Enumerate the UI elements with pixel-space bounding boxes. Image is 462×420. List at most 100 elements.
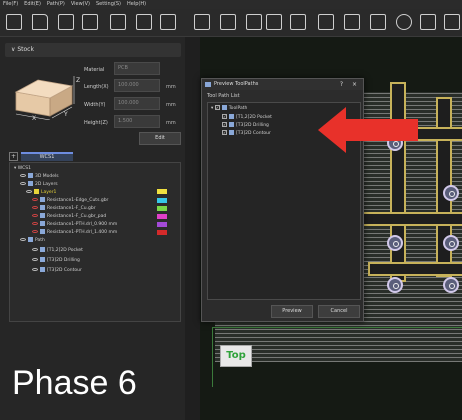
open-folder-icon[interactable] bbox=[32, 14, 48, 30]
visibility-eye-icon[interactable] bbox=[20, 174, 26, 177]
tree-path-label: Path bbox=[35, 238, 45, 243]
tree-layer-item[interactable]: Resistance1-Edge_Cuts.gbr bbox=[32, 197, 108, 204]
checkbox[interactable]: ✓ bbox=[222, 130, 227, 135]
menu-help[interactable]: Help(H) bbox=[127, 0, 146, 9]
visibility-eye-icon[interactable] bbox=[32, 222, 38, 225]
layer-item-label: Resistance1-Edge_Cuts.gbr bbox=[47, 198, 109, 203]
layer-color-swatch[interactable] bbox=[157, 214, 167, 219]
export-icon[interactable] bbox=[136, 14, 152, 30]
dialog-title-bar: Preview ToolPaths ? × bbox=[202, 79, 363, 90]
stock-section-header[interactable]: ∨ Stock bbox=[5, 43, 181, 57]
tree-layer-item[interactable]: Resistance1-F_Cu.gbr_pad bbox=[32, 213, 106, 220]
app-icon bbox=[205, 82, 211, 87]
length-field[interactable]: 100.000 bbox=[114, 79, 160, 92]
cancel-button[interactable]: Cancel bbox=[318, 305, 360, 318]
checkbox[interactable]: ✓ bbox=[222, 122, 227, 127]
visibility-eye-icon[interactable] bbox=[32, 248, 38, 251]
tree-item-layer1[interactable]: Layer1 bbox=[26, 189, 56, 196]
layer-color-swatch[interactable] bbox=[157, 189, 167, 194]
width-field[interactable]: 100.000 bbox=[114, 97, 160, 110]
toolpath-root-item[interactable]: ▾ ✓ ToolPath bbox=[211, 105, 247, 112]
zoom-icon[interactable] bbox=[420, 14, 436, 30]
tree-path-item[interactable]: [T3]2D Contour bbox=[32, 267, 82, 274]
path-item-label: [T1,2]2D Pocket bbox=[47, 248, 83, 253]
toolpath-item[interactable]: ✓ [T1,2]2D Pocket bbox=[222, 114, 272, 121]
fit-icon[interactable] bbox=[444, 14, 460, 30]
layer-color-swatch[interactable] bbox=[157, 206, 167, 211]
menu-path[interactable]: Path(P) bbox=[47, 0, 65, 9]
menu-setting[interactable]: Setting(S) bbox=[96, 0, 121, 9]
report-icon[interactable] bbox=[370, 14, 386, 30]
path-folder-icon bbox=[28, 237, 33, 242]
menu-view[interactable]: View(V) bbox=[71, 0, 90, 9]
pcb-pad bbox=[443, 185, 459, 201]
visibility-eye-icon[interactable] bbox=[32, 206, 38, 209]
toolpath-item[interactable]: ✓ [T3]2D Contour bbox=[222, 130, 271, 137]
axis-z-label: Z bbox=[76, 77, 80, 84]
project-tree: ▾ WCS1 3D Models 2D Layers Layer1 Resist… bbox=[9, 162, 181, 322]
layer-color-swatch[interactable] bbox=[157, 198, 167, 203]
checkbox[interactable]: ✓ bbox=[222, 114, 227, 119]
layer-color-swatch[interactable] bbox=[157, 230, 167, 235]
visibility-eye-icon[interactable] bbox=[32, 198, 38, 201]
menu-file[interactable]: File(F) bbox=[3, 0, 18, 9]
tree-item-2d-layers[interactable]: 2D Layers bbox=[20, 181, 58, 188]
top-view-label[interactable]: Top bbox=[220, 345, 252, 367]
visibility-eye-icon[interactable] bbox=[32, 214, 38, 217]
visibility-eye-icon[interactable] bbox=[20, 182, 26, 185]
layer-color-swatch[interactable] bbox=[157, 222, 167, 227]
tree-layer-item[interactable]: Resistance1-PTH.drl_0.900 mm bbox=[32, 221, 117, 228]
postprocess-icon[interactable] bbox=[344, 14, 360, 30]
pcb-trace bbox=[368, 262, 462, 276]
preview-button[interactable]: Preview bbox=[271, 305, 313, 318]
annotation-arrow-icon bbox=[318, 107, 418, 153]
help-icon[interactable]: ? bbox=[340, 79, 343, 90]
tree-layer-item[interactable]: Resistance1-PTH.drl_1.400 mm bbox=[32, 229, 117, 236]
visibility-eye-icon[interactable] bbox=[32, 258, 38, 261]
layer-item-label: Resistance1-PTH.drl_1.400 mm bbox=[47, 230, 118, 235]
new-file-icon[interactable] bbox=[6, 14, 22, 30]
menu-edit[interactable]: Edit(E) bbox=[24, 0, 41, 9]
simulate-icon[interactable] bbox=[318, 14, 334, 30]
folder-icon bbox=[28, 173, 33, 178]
tree-path-item[interactable]: [T3]2D Drilling bbox=[32, 257, 80, 264]
layer-item-label: Resistance1-F_Cu.gbr bbox=[47, 206, 96, 211]
pcb-trace bbox=[350, 212, 462, 226]
copy-icon[interactable] bbox=[246, 14, 262, 30]
tab-wcs1[interactable]: WCS1 bbox=[21, 152, 73, 161]
layer-icon bbox=[34, 189, 39, 194]
file-icon bbox=[40, 205, 45, 210]
height-field[interactable]: 1.500 bbox=[114, 115, 160, 128]
tree-item-wcs1[interactable]: ▾ WCS1 bbox=[14, 165, 31, 172]
visibility-eye-icon[interactable] bbox=[32, 268, 38, 271]
visibility-eye-icon[interactable] bbox=[26, 190, 32, 193]
tree-tab-bar: + WCS1 bbox=[9, 152, 181, 162]
save-as-icon[interactable] bbox=[82, 14, 98, 30]
tree-layer-item[interactable]: Resistance1-F_Cu.gbr bbox=[32, 205, 96, 212]
height-label: Height(Z) bbox=[84, 120, 108, 126]
toolpath-icon bbox=[40, 267, 45, 272]
generate-icon[interactable] bbox=[290, 14, 306, 30]
checkbox[interactable]: ✓ bbox=[214, 105, 220, 110]
import-path-icon[interactable] bbox=[220, 14, 236, 30]
visibility-eye-icon[interactable] bbox=[32, 230, 38, 233]
visibility-eye-icon[interactable] bbox=[20, 238, 26, 241]
toolpath-item[interactable]: ✓ [T3]2D Drilling bbox=[222, 122, 269, 129]
paste-icon[interactable] bbox=[266, 14, 282, 30]
toolpath-icon bbox=[229, 122, 234, 127]
tree-path-item[interactable]: [T1,2]2D Pocket bbox=[32, 247, 83, 254]
save-icon[interactable] bbox=[58, 14, 74, 30]
edit-stock-button[interactable]: Edit bbox=[139, 132, 181, 145]
add-tab-button[interactable]: + bbox=[9, 152, 18, 161]
board-edge-line bbox=[212, 327, 213, 387]
add-path-icon[interactable] bbox=[194, 14, 210, 30]
material-field[interactable]: PCB bbox=[114, 62, 160, 75]
tree-item-path[interactable]: Path bbox=[20, 237, 45, 244]
close-icon[interactable]: × bbox=[352, 79, 357, 90]
file-icon bbox=[40, 221, 45, 226]
menu-bar: File(F) Edit(E) Path(P) View(V) Setting(… bbox=[0, 0, 462, 9]
import-icon[interactable] bbox=[110, 14, 126, 30]
tree-item-3d-models[interactable]: 3D Models bbox=[20, 173, 59, 180]
settings-icon[interactable] bbox=[396, 14, 412, 30]
stock-icon[interactable] bbox=[160, 14, 176, 30]
